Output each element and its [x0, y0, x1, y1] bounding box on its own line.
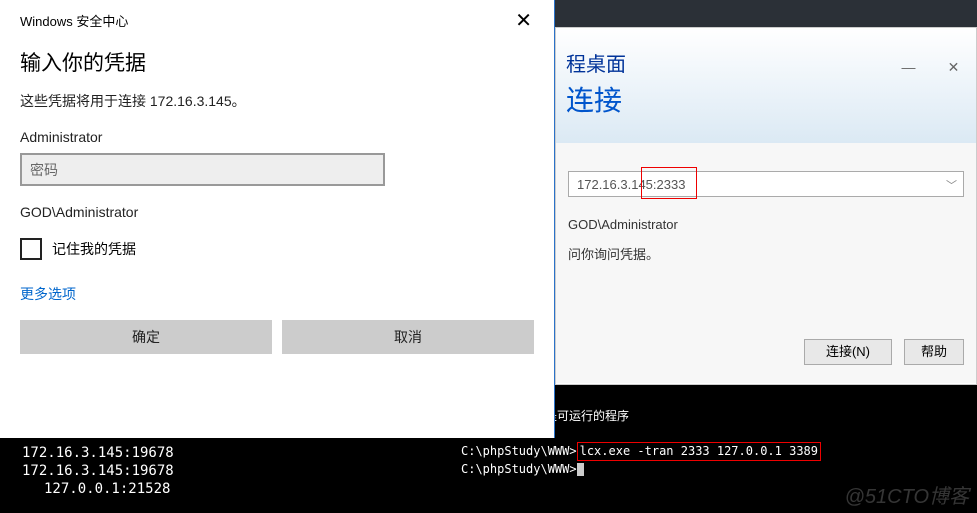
ok-button[interactable]: 确定: [20, 320, 272, 354]
rdp-user-label: GOD\Administrator: [568, 217, 964, 232]
computer-value: 172.16.3.145:2333: [577, 177, 685, 192]
password-placeholder: 密码: [30, 160, 58, 180]
more-options-link[interactable]: 更多选项: [0, 278, 554, 320]
username-label: Administrator: [0, 129, 554, 153]
rdp-cred-message: 问你询问凭据。: [568, 244, 964, 263]
dialog-message: 这些凭据将用于连接 172.16.3.145。: [0, 87, 554, 129]
cancel-button[interactable]: 取消: [282, 320, 534, 354]
dark-header-bar: [555, 0, 977, 27]
terminal-left[interactable]: 172.16.3.145:19678 172.16.3.145:19678 12…: [0, 438, 455, 513]
minimize-button[interactable]: —: [886, 59, 931, 81]
close-button[interactable]: ✕: [931, 59, 976, 81]
credentials-dialog: Windows 安全中心 ✕ 输入你的凭据 这些凭据将用于连接 172.16.3…: [0, 0, 555, 438]
cursor-icon: [577, 463, 584, 476]
domain-user-label: GOD\Administrator: [0, 186, 554, 234]
dialog-heading: 输入你的凭据: [0, 33, 554, 87]
remember-checkbox[interactable]: [20, 238, 42, 260]
highlight-box-command: lcx.exe -tran 2333 127.0.0.1 3389: [577, 442, 821, 461]
term-line: 172.16.3.145:19678: [22, 462, 451, 480]
remember-label: 记住我的凭据: [52, 239, 136, 259]
term-line: C:\phpStudy\WWW>: [461, 461, 971, 478]
password-input[interactable]: 密码: [20, 153, 385, 186]
term-line: 172.16.3.145:19678: [22, 444, 451, 462]
close-icon[interactable]: ✕: [507, 8, 540, 33]
dialog-title: Windows 安全中心: [20, 11, 128, 30]
help-button[interactable]: 帮助: [904, 339, 964, 365]
rdp-window: — ✕ 程桌面 连接 172.16.3.145:2333 ﹀ GOD\Admin…: [555, 27, 977, 385]
rdp-title-line2: 连接: [566, 79, 976, 119]
computer-combobox[interactable]: 172.16.3.145:2333 ﹀: [568, 171, 964, 197]
chevron-down-icon: ﹀: [946, 177, 957, 193]
term-line: 127.0.0.1:21528: [22, 480, 451, 498]
term-line: C:\phpStudy\WWW>lcx.exe -tran 2333 127.0…: [461, 442, 971, 461]
watermark: @51CTO博客: [845, 480, 969, 509]
connect-button[interactable]: 连接(N): [804, 339, 892, 365]
rdp-header: 程桌面 连接: [556, 28, 976, 143]
